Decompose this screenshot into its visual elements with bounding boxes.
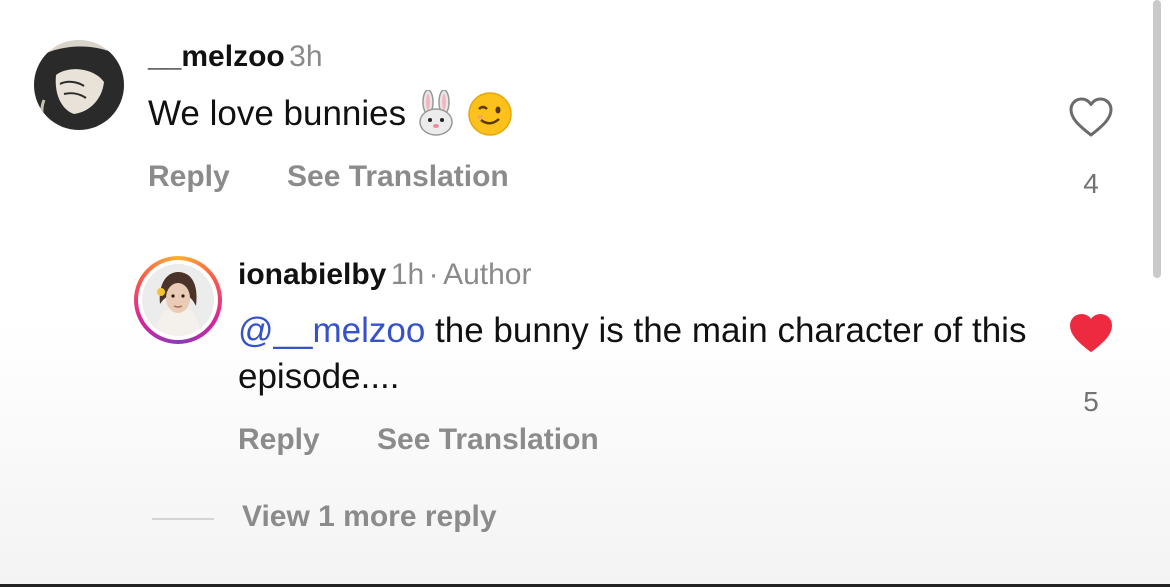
liked-heart-icon[interactable] (1068, 312, 1114, 354)
reply-button[interactable]: Reply (238, 423, 320, 457)
avatar (142, 264, 214, 336)
comment-username[interactable]: __melzoo (148, 40, 285, 73)
like-heart-icon[interactable] (1068, 96, 1114, 138)
meta-separator: · (428, 258, 439, 291)
see-translation-button[interactable]: See Translation (377, 423, 599, 457)
mention-link[interactable]: @__melzoo (238, 311, 425, 350)
scrollbar[interactable] (1153, 0, 1161, 278)
comment-body: We love bunnies (148, 94, 407, 133)
view-more-replies-button[interactable]: View 1 more reply (242, 500, 497, 534)
reply-header: ionabielby 1h · Author (238, 258, 531, 292)
avatar-border (138, 260, 218, 340)
like-count: 4 (1083, 168, 1099, 199)
winking-face-emoji (466, 90, 514, 138)
like-count: 5 (1083, 386, 1099, 417)
see-translation-button[interactable]: See Translation (287, 160, 509, 194)
avatar[interactable] (34, 40, 124, 130)
reply-button[interactable]: Reply (148, 160, 230, 194)
reply-text: @__melzoo the bunny is the main characte… (238, 308, 1038, 400)
reply-username[interactable]: ionabielby (238, 258, 386, 291)
reply-timestamp: 1h (390, 258, 425, 291)
comment-header: __melzoo 3h (148, 40, 323, 74)
comment-timestamp: 3h (289, 40, 323, 73)
story-ring-avatar[interactable] (134, 256, 222, 344)
comment-text: We love bunnies (148, 89, 514, 138)
rabbit-face-emoji (412, 89, 460, 138)
view-more-divider (152, 518, 214, 520)
author-badge: Author (443, 258, 532, 291)
